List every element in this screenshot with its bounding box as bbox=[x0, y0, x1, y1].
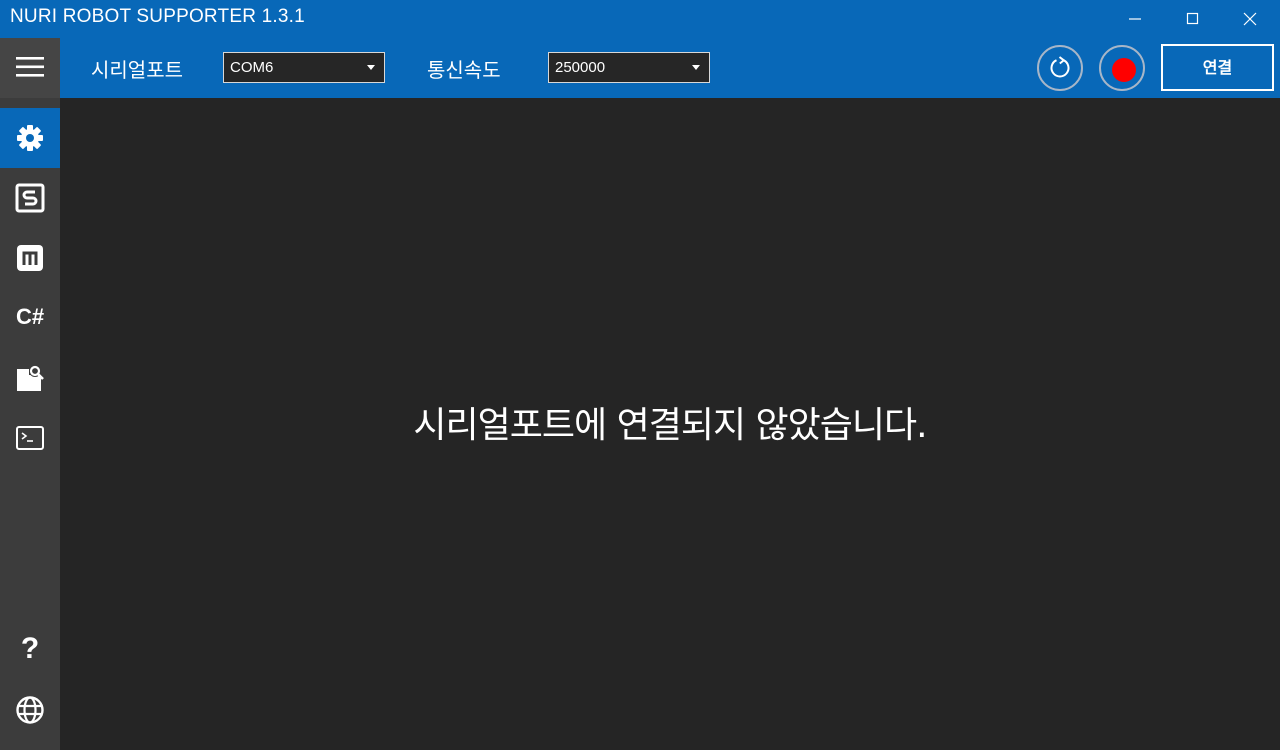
baud-rate-label: 통신속도 bbox=[427, 58, 501, 82]
serial-port-label: 시리얼포트 bbox=[91, 58, 183, 82]
sidebar-item-file-search[interactable] bbox=[0, 348, 60, 408]
language-button[interactable] bbox=[0, 680, 60, 740]
refresh-button[interactable] bbox=[1037, 45, 1083, 91]
globe-icon bbox=[16, 696, 44, 724]
sidebar-item-s[interactable] bbox=[0, 168, 60, 228]
terminal-icon bbox=[16, 426, 44, 450]
title-bar: NURI ROBOT SUPPORTER 1.3.1 bbox=[0, 0, 1280, 38]
maximize-button[interactable] bbox=[1165, 0, 1221, 38]
maximize-icon bbox=[1186, 12, 1199, 25]
sidebar-item-terminal[interactable] bbox=[0, 408, 60, 468]
m-box-icon bbox=[17, 245, 43, 271]
sidebar-item-csharp[interactable]: C# bbox=[0, 288, 60, 348]
close-button[interactable] bbox=[1222, 0, 1278, 38]
chevron-down-icon bbox=[367, 65, 375, 70]
window-title: NURI ROBOT SUPPORTER 1.3.1 bbox=[10, 6, 305, 27]
gear-icon bbox=[17, 125, 43, 151]
help-button[interactable]: ? bbox=[0, 620, 60, 680]
help-icon: ? bbox=[20, 632, 40, 665]
main-content: 시리얼포트에 연결되지 않았습니다. bbox=[60, 98, 1280, 750]
status-message: 시리얼포트에 연결되지 않았습니다. bbox=[413, 405, 927, 446]
baud-rate-select[interactable]: 250000 bbox=[548, 52, 710, 83]
baud-rate-value: 250000 bbox=[555, 59, 606, 76]
serial-port-select[interactable]: COM6 bbox=[223, 52, 385, 83]
csharp-icon: C# bbox=[15, 304, 45, 329]
close-icon bbox=[1243, 12, 1257, 26]
sidebar-item-settings[interactable] bbox=[0, 108, 60, 168]
sidebar-item-m[interactable] bbox=[0, 228, 60, 288]
file-search-icon bbox=[17, 365, 44, 391]
record-dot-icon bbox=[1112, 58, 1136, 82]
connect-button[interactable]: 연결 bbox=[1161, 44, 1274, 91]
minimize-button[interactable] bbox=[1107, 0, 1163, 38]
chevron-down-icon bbox=[692, 65, 700, 70]
record-button[interactable] bbox=[1099, 45, 1145, 91]
app-window: NURI ROBOT SUPPORTER 1.3.1 C# ? 시리얼포트 CO… bbox=[0, 0, 1280, 750]
s-box-icon bbox=[15, 183, 45, 213]
refresh-icon bbox=[1050, 56, 1070, 78]
serial-port-value: COM6 bbox=[230, 59, 274, 76]
minimize-icon bbox=[1129, 18, 1141, 20]
hamburger-menu-button[interactable] bbox=[0, 38, 60, 98]
sidebar: C# ? bbox=[0, 38, 60, 750]
hamburger-icon bbox=[16, 57, 44, 77]
toolbar: 시리얼포트 COM6 통신속도 250000 연결 bbox=[60, 38, 1280, 98]
